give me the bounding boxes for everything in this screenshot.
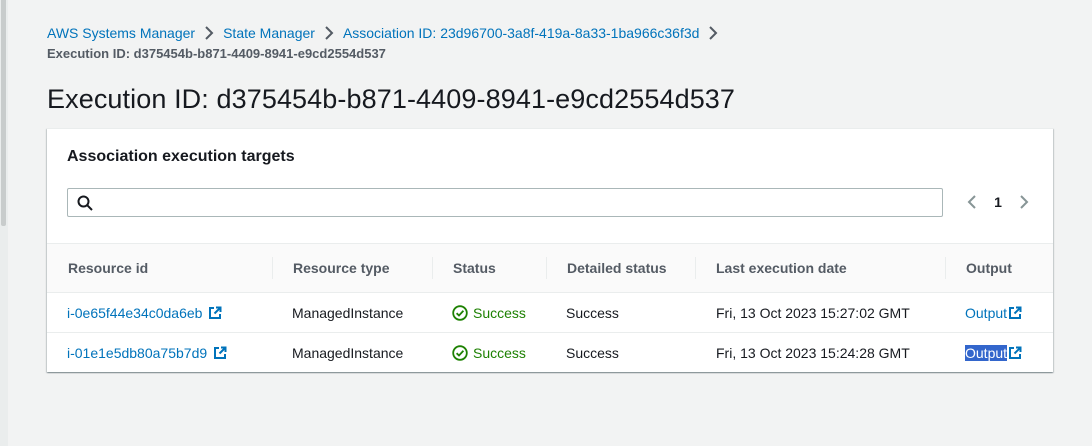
column-divider[interactable] — [546, 257, 547, 279]
table-row: i-0e65f44e34c0da6eb ManagedInstance Succ… — [47, 293, 1053, 333]
external-link-icon[interactable] — [208, 295, 222, 335]
breadcrumb-row: AWS Systems Manager State Manager Associ… — [47, 22, 1047, 44]
chevron-left-icon — [967, 195, 976, 209]
left-scrollbar[interactable] — [0, 0, 8, 446]
panel-header: Association execution targets — [67, 148, 295, 165]
breadcrumb-item-systems-manager[interactable]: AWS Systems Manager — [47, 22, 195, 44]
external-link-icon[interactable] — [213, 335, 227, 375]
search-input[interactable] — [102, 189, 942, 216]
success-check-icon — [452, 336, 468, 376]
status-cell: Success — [452, 293, 526, 333]
search-field[interactable] — [67, 188, 943, 217]
search-icon — [68, 195, 102, 211]
resource-id-link[interactable]: i-01e1e5db80a75b7d9 — [67, 333, 227, 373]
last-execution-date-cell: Fri, 13 Oct 2023 15:27:02 GMT — [716, 305, 910, 321]
detailed-status-cell: Success — [566, 345, 619, 361]
output-link[interactable]: Output — [965, 333, 1022, 373]
column-header-status[interactable]: Status — [453, 244, 496, 292]
next-page-button[interactable] — [1011, 189, 1037, 215]
success-check-icon — [452, 296, 468, 336]
execution-targets-panel: Association execution targets 1 Resource… — [47, 128, 1053, 372]
resource-id-text[interactable]: i-0e65f44e34c0da6eb — [67, 305, 202, 321]
status-text: Success — [473, 305, 526, 321]
chevron-right-icon — [317, 23, 341, 43]
column-header-resource-type[interactable]: Resource type — [293, 244, 389, 292]
resource-type-cell: ManagedInstance — [292, 345, 404, 361]
output-link-text[interactable]: Output — [965, 305, 1007, 321]
last-execution-date-cell: Fri, 13 Oct 2023 15:24:28 GMT — [716, 345, 910, 361]
pagination: 1 — [959, 187, 1037, 217]
page-number[interactable]: 1 — [985, 194, 1011, 210]
page-title: Execution ID: d375454b-b871-4409-8941-e9… — [47, 84, 736, 114]
targets-table: Resource id Resource type Status Detaile… — [47, 243, 1053, 373]
table-header: Resource id Resource type Status Detaile… — [47, 243, 1053, 293]
column-header-output[interactable]: Output — [966, 244, 1012, 292]
column-header-detailed-status[interactable]: Detailed status — [567, 244, 667, 292]
detailed-status-cell: Success — [566, 305, 619, 321]
breadcrumb: AWS Systems Manager State Manager Associ… — [47, 22, 1047, 65]
previous-page-button[interactable] — [959, 189, 985, 215]
external-link-icon[interactable] — [1008, 295, 1022, 335]
breadcrumb-item-association[interactable]: Association ID: 23d96700-3a8f-419a-8a33-… — [343, 22, 700, 44]
resource-id-link[interactable]: i-0e65f44e34c0da6eb — [67, 293, 222, 333]
breadcrumb-current: Execution ID: d375454b-b871-4409-8941-e9… — [47, 46, 386, 61]
output-link-text[interactable]: Output — [965, 345, 1008, 361]
chevron-right-icon — [1020, 195, 1029, 209]
column-divider[interactable] — [945, 257, 946, 279]
status-cell: Success — [452, 333, 526, 373]
resource-type-cell: ManagedInstance — [292, 305, 404, 321]
column-divider[interactable] — [272, 257, 273, 279]
breadcrumb-item-state-manager[interactable]: State Manager — [223, 22, 315, 44]
scrollbar-thumb[interactable] — [1, 0, 6, 226]
chevron-right-icon — [197, 23, 221, 43]
column-header-last-execution-date[interactable]: Last execution date — [716, 244, 847, 292]
output-link[interactable]: Output — [965, 293, 1022, 333]
status-text: Success — [473, 345, 526, 361]
column-divider[interactable] — [695, 257, 696, 279]
resource-id-text[interactable]: i-01e1e5db80a75b7d9 — [67, 345, 207, 361]
external-link-icon[interactable] — [1008, 335, 1022, 375]
chevron-right-icon — [701, 23, 725, 43]
table-row: i-01e1e5db80a75b7d9 ManagedInstance Succ… — [47, 333, 1053, 373]
column-header-resource-id[interactable]: Resource id — [68, 244, 148, 292]
column-divider[interactable] — [432, 257, 433, 279]
